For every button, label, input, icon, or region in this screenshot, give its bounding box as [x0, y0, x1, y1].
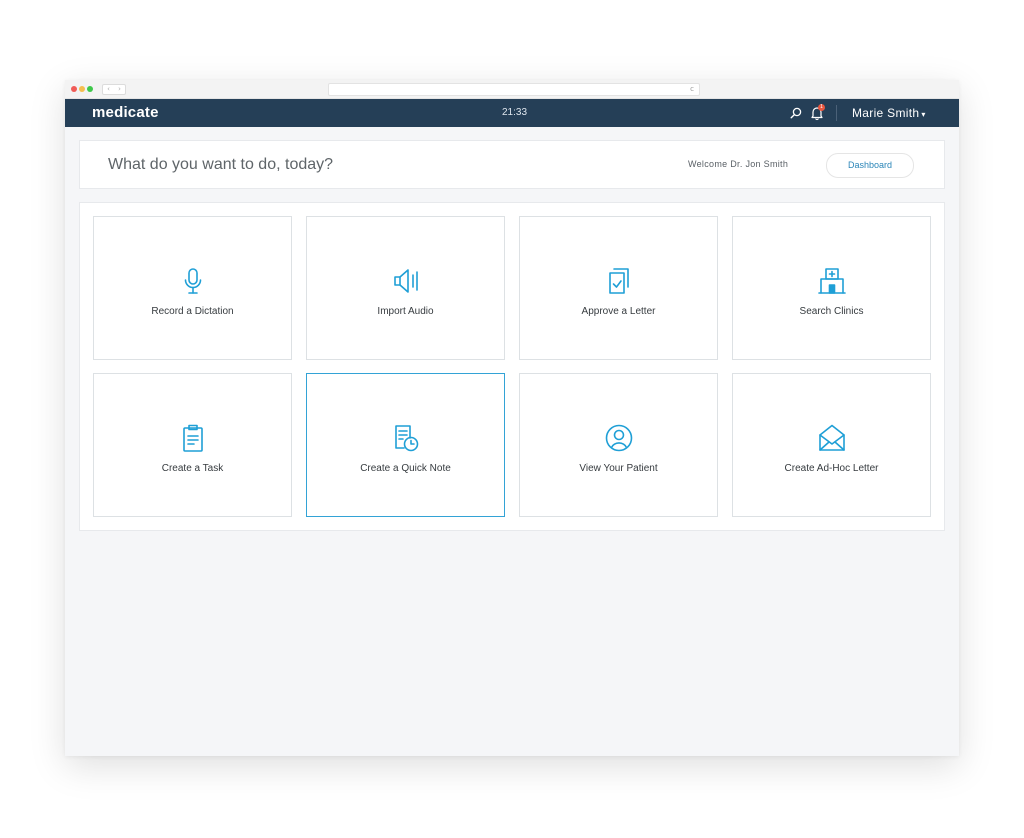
- actions-panel: Record a Dictation Import Audio Approve …: [79, 202, 945, 531]
- welcome-text: Welcome Dr. Jon Smith: [688, 159, 789, 169]
- action-label: Record a Dictation: [151, 306, 234, 317]
- welcome-bar: What do you want to do, today? Welcome D…: [79, 140, 945, 189]
- address-bar[interactable]: c: [328, 83, 700, 96]
- action-label: Search Clinics: [799, 306, 864, 317]
- search-icon[interactable]: [790, 107, 802, 119]
- action-import-audio[interactable]: Import Audio: [306, 216, 505, 360]
- speaker-icon: [394, 269, 418, 293]
- forward-icon[interactable]: ›: [114, 85, 125, 94]
- action-label: Import Audio: [377, 306, 434, 317]
- navbar-divider: [836, 105, 837, 121]
- app-window: ‹ › c medicate 21:33 1 Marie Smith ▾ What…: [65, 80, 959, 756]
- microphone-icon: [184, 268, 202, 294]
- page-title: What do you want to do, today?: [108, 156, 334, 173]
- hospital-icon: [818, 268, 846, 294]
- user-circle-icon: [605, 424, 633, 452]
- browser-chrome: ‹ › c: [65, 80, 959, 99]
- action-approve-letter[interactable]: Approve a Letter: [519, 216, 718, 360]
- action-search-clinics[interactable]: Search Clinics: [732, 216, 931, 360]
- minimize-window-button[interactable]: [79, 86, 85, 92]
- app-logo[interactable]: medicate: [92, 99, 159, 126]
- action-view-patient[interactable]: View Your Patient: [519, 373, 718, 517]
- notification-badge: 1: [818, 104, 825, 111]
- close-window-button[interactable]: [71, 86, 77, 92]
- action-label: Create Ad-Hoc Letter: [784, 463, 879, 474]
- dashboard-button[interactable]: Dashboard: [826, 153, 914, 178]
- clock: 21:33: [502, 107, 528, 118]
- maximize-window-button[interactable]: [87, 86, 93, 92]
- clipboard-icon: [183, 424, 203, 452]
- chevron-down-icon: ▾: [921, 110, 926, 119]
- action-create-task[interactable]: Create a Task: [93, 373, 292, 517]
- action-label: View Your Patient: [579, 463, 658, 474]
- user-menu[interactable]: Marie Smith ▾: [852, 99, 926, 129]
- back-icon[interactable]: ‹: [103, 85, 114, 94]
- action-create-adhoc-letter[interactable]: Create Ad-Hoc Letter: [732, 373, 931, 517]
- action-label: Create a Task: [161, 463, 224, 474]
- action-record-dictation[interactable]: Record a Dictation: [93, 216, 292, 360]
- action-create-quick-note[interactable]: Create a Quick Note: [306, 373, 505, 517]
- reload-icon[interactable]: c: [690, 84, 694, 95]
- user-name: Marie Smith: [852, 106, 920, 120]
- browser-nav: ‹ ›: [102, 84, 126, 95]
- top-navbar: medicate 21:33 1 Marie Smith ▾: [65, 99, 959, 127]
- envelope-icon: [819, 424, 845, 451]
- action-label: Approve a Letter: [581, 306, 656, 317]
- document-check-icon: [609, 268, 629, 294]
- note-clock-icon: [395, 425, 419, 452]
- action-label: Create a Quick Note: [360, 463, 451, 474]
